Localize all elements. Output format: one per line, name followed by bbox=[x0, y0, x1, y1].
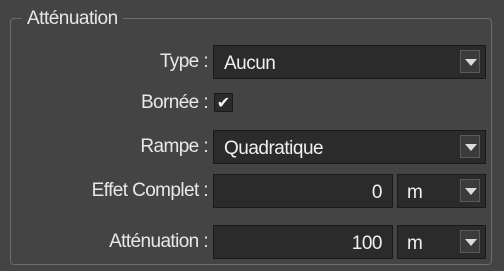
attenuation-value: 100 bbox=[351, 233, 383, 254]
rampe-dropdown[interactable]: Quadratique bbox=[213, 130, 486, 164]
group-title: Atténuation bbox=[22, 8, 123, 30]
attenuation-unit-dropdown[interactable]: m bbox=[397, 225, 486, 259]
type-label: Type : bbox=[159, 51, 209, 72]
chevron-down-icon[interactable] bbox=[460, 179, 480, 202]
rampe-value: Quadratique bbox=[224, 138, 324, 159]
attenuation-label: Atténuation : bbox=[109, 231, 208, 252]
effet-complet-label: Effet Complet : bbox=[91, 180, 209, 201]
effet-complet-unit: m bbox=[407, 182, 423, 203]
type-value: Aucun bbox=[224, 53, 276, 74]
checkmark-icon: ✔ bbox=[216, 93, 231, 112]
type-dropdown[interactable]: Aucun bbox=[213, 45, 486, 79]
bornee-label: Bornée : bbox=[140, 92, 209, 113]
attenuation-unit: m bbox=[407, 233, 423, 254]
chevron-down-icon[interactable] bbox=[460, 50, 480, 73]
effet-complet-unit-dropdown[interactable]: m bbox=[397, 174, 486, 208]
effet-complet-input[interactable]: 0 bbox=[213, 174, 393, 208]
chevron-down-icon[interactable] bbox=[460, 230, 480, 253]
bornee-checkbox[interactable]: ✔ bbox=[214, 93, 233, 112]
attenuation-input[interactable]: 100 bbox=[213, 225, 393, 259]
rampe-label: Rampe : bbox=[140, 136, 208, 157]
effet-complet-value: 0 bbox=[371, 182, 383, 203]
chevron-down-icon[interactable] bbox=[460, 135, 480, 158]
